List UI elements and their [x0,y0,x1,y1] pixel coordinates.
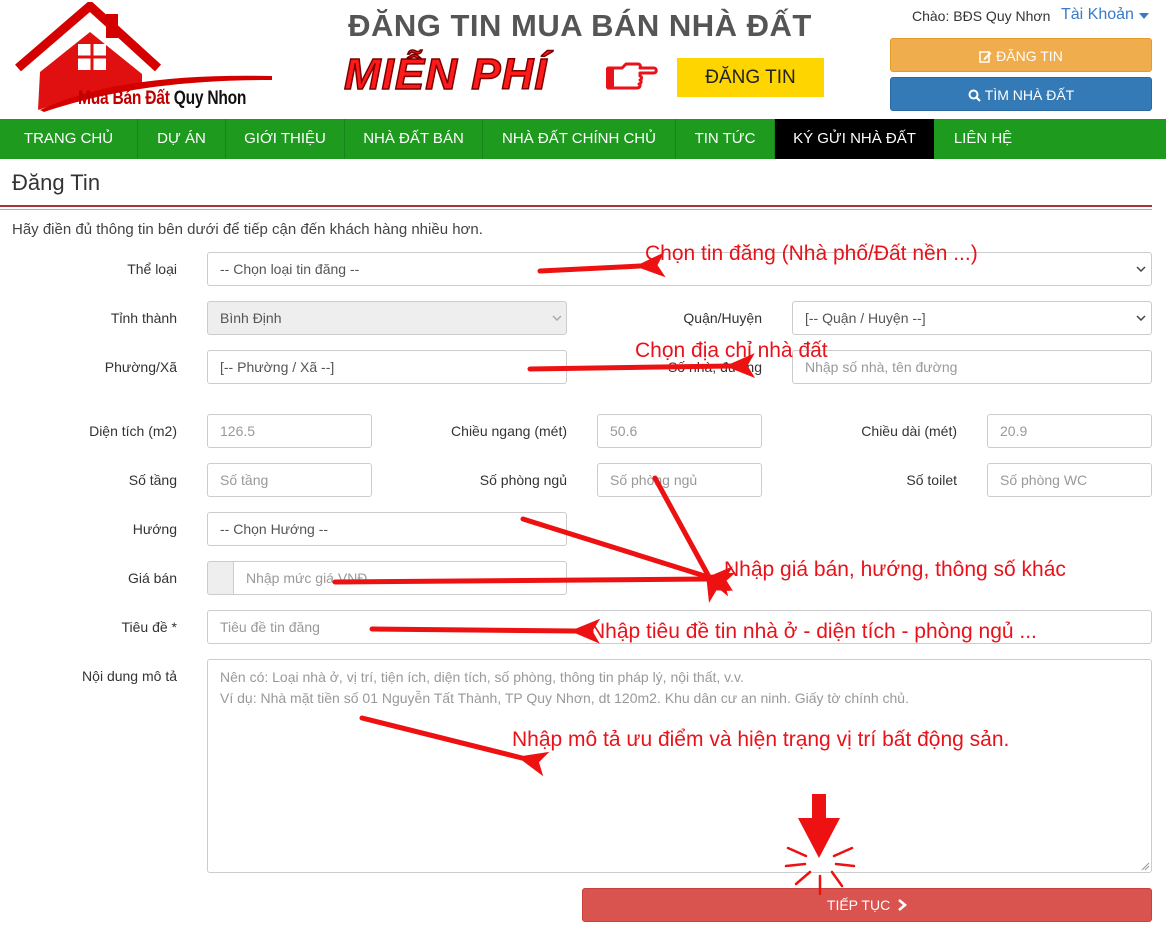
price-label: Giá bán [127,570,177,586]
user-greeting: Chào: BĐS Quy Nhơn [912,8,1051,24]
promo-post-button[interactable]: ĐĂNG TIN [677,58,824,97]
ward-select[interactable]: [-- Phường / Xã --] [207,350,567,384]
post-listing-label: ĐĂNG TIN [996,48,1063,64]
chevron-right-icon [898,899,908,911]
area-label: Diện tích (m2) [89,423,177,439]
chevron-down-icon [552,315,562,321]
page-headline: ĐĂNG TIN MUA BÁN NHÀ ĐẤT [348,8,812,43]
toilets-input[interactable] [987,463,1152,497]
area-input[interactable] [207,414,372,448]
length-label: Chiều dài (mét) [861,423,957,439]
continue-button[interactable]: TIẾP TỤC [582,888,1152,922]
continue-label: TIẾP TỤC [826,897,891,913]
direction-label: Hướng [132,521,177,537]
description-label: Nội dung mô tả [82,668,177,684]
annotation-address: Chọn địa chỉ nhà đất [635,339,828,362]
edit-icon [979,51,992,63]
price-input[interactable] [233,561,567,595]
description-textarea[interactable]: Nên có: Loại nhà ở, vị trí, tiện ích, di… [207,659,1152,873]
nav-item-for-sale[interactable]: NHÀ ĐẤT BÁN [345,119,483,159]
floors-input[interactable] [207,463,372,497]
ward-label: Phường/Xã [104,359,177,375]
title-divider [0,205,1152,207]
chevron-down-icon [1136,315,1146,321]
category-label: Thể loại [127,261,177,277]
find-property-button[interactable]: TÌM NHÀ ĐẤT [890,77,1152,111]
resize-handle-icon[interactable] [1140,861,1150,871]
free-banner-text: MIỄN PHÍ [343,49,548,100]
direction-select[interactable]: -- Chọn Hướng -- [207,512,567,546]
nav-item-consign[interactable]: KÝ GỬI NHÀ ĐẤT [775,119,934,159]
annotation-category: Chọn tin đăng (Nhà phố/Đất nền ...) [645,242,978,265]
search-icon [968,89,981,102]
post-title-label: Tiêu đề * [121,619,177,635]
nav-item-news[interactable]: TIN TỨC [676,119,775,159]
nav-item-contact[interactable]: LIÊN HỆ [934,119,1032,159]
main-nav: TRANG CHỦ DỰ ÁN GIỚI THIỆU NHÀ ĐẤT BÁN N… [0,119,1166,159]
intro-text: Hãy điền đủ thông tin bên dưới để tiếp c… [12,221,483,238]
district-label: Quận/Huyện [683,310,762,326]
description-placeholder-line1: Nên có: Loại nhà ở, vị trí, tiện ích, di… [220,669,744,685]
district-select[interactable]: [-- Quận / Huyện --] [792,301,1152,335]
bedrooms-label: Số phòng ngủ [479,472,567,488]
caret-down-icon[interactable] [1139,13,1149,19]
toilets-label: Số toilet [906,472,957,488]
street-input[interactable] [792,350,1152,384]
width-input[interactable] [597,414,762,448]
chevron-down-icon [1136,266,1146,272]
floors-label: Số tầng [128,472,177,488]
find-property-label: TÌM NHÀ ĐẤT [984,87,1075,103]
annotation-title: Nhập tiêu đề tin nhà ở - diện tích - phò… [590,620,1037,643]
account-link[interactable]: Tài Khoản [1061,6,1134,24]
price-addon [207,561,234,595]
post-listing-button[interactable]: ĐĂNG TIN [890,38,1152,72]
length-input[interactable] [987,414,1152,448]
province-label: Tỉnh thành [110,310,177,326]
page-title: Đăng Tin [12,170,101,195]
province-select: Bình Định [207,301,567,335]
nav-item-about[interactable]: GIỚI THIỆU [226,119,345,159]
title-divider-thin [0,209,1152,210]
nav-item-projects[interactable]: DỰ ÁN [138,119,226,159]
logo-text: Mua Bán Đất Quy Nhon [78,88,247,109]
pointing-hand-icon [606,62,658,90]
nav-item-owner-listings[interactable]: NHÀ ĐẤT CHÍNH CHỦ [483,119,676,159]
annotation-specs: Nhập giá bán, hướng, thông số khác [724,558,1066,581]
annotation-description: Nhập mô tả ưu điểm và hiện trạng vị trí … [512,728,1010,751]
nav-item-home[interactable]: TRANG CHỦ [0,119,138,159]
width-label: Chiều ngang (mét) [451,423,567,439]
bedrooms-input[interactable] [597,463,762,497]
description-placeholder-line2: Ví dụ: Nhà mặt tiền số 01 Nguyễn Tất Thà… [220,690,909,706]
